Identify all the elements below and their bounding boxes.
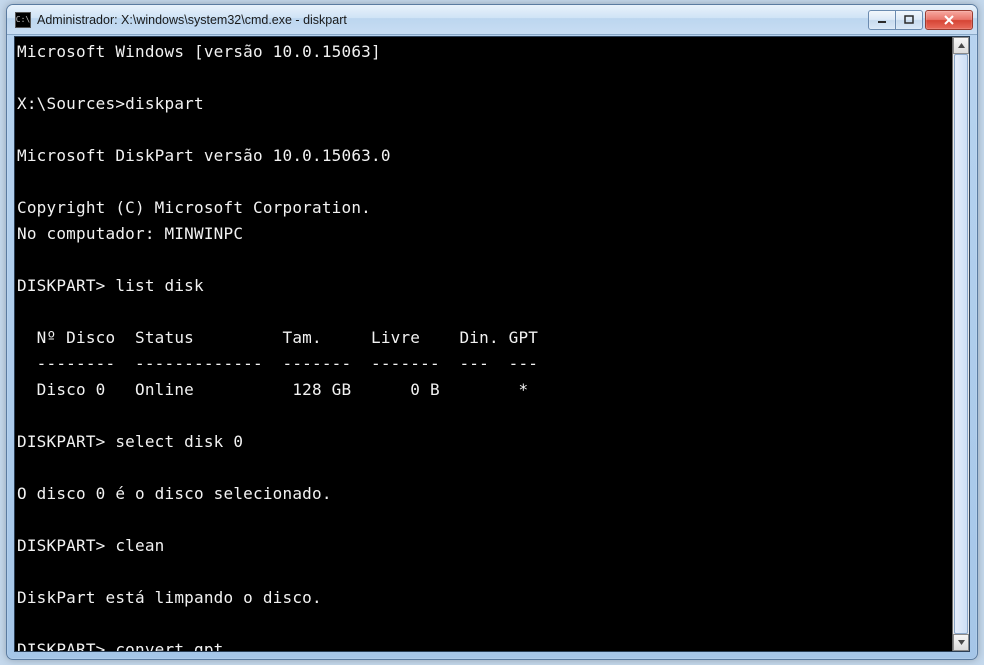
client-area: Microsoft Windows [versão 10.0.15063] X:\… [14,36,970,652]
console-line: DISKPART> convert gpt [17,637,952,651]
close-button[interactable] [925,10,973,30]
console-line: No computador: MINWINPC [17,221,952,247]
console-line [17,65,952,91]
console-line: DiskPart está limpando o disco. [17,585,952,611]
titlebar[interactable]: C:\ Administrador: X:\windows\system32\c… [7,5,977,35]
console-line: Microsoft Windows [versão 10.0.15063] [17,39,952,65]
window-title: Administrador: X:\windows\system32\cmd.e… [37,13,868,27]
console-line: DISKPART> clean [17,533,952,559]
cmd-window: C:\ Administrador: X:\windows\system32\c… [6,4,978,660]
console-line: DISKPART> select disk 0 [17,429,952,455]
console-output[interactable]: Microsoft Windows [versão 10.0.15063] X:\… [15,37,952,651]
chevron-up-icon [957,41,966,50]
maximize-button[interactable] [895,10,923,30]
scroll-thumb[interactable] [954,54,968,634]
cmd-icon-label: C:\ [16,16,30,24]
console-line: X:\Sources>diskpart [17,91,952,117]
chevron-down-icon [957,638,966,647]
console-line [17,299,952,325]
minimize-icon [877,15,887,25]
cmd-icon: C:\ [15,12,31,28]
vertical-scrollbar[interactable] [952,37,969,651]
console-line [17,117,952,143]
maximize-icon [904,15,914,25]
window-controls [868,10,973,30]
console-line [17,507,952,533]
console-line [17,403,952,429]
scroll-track[interactable] [953,54,969,634]
console-line [17,169,952,195]
close-icon [943,15,955,25]
console-line: -------- ------------- ------- ------- -… [17,351,952,377]
console-line: Microsoft DiskPart versão 10.0.15063.0 [17,143,952,169]
console-line: Nº Disco Status Tam. Livre Din. GPT [17,325,952,351]
console-line: Copyright (C) Microsoft Corporation. [17,195,952,221]
console-line [17,455,952,481]
scroll-up-button[interactable] [953,37,969,54]
console-line: DISKPART> list disk [17,273,952,299]
console-line [17,247,952,273]
console-line [17,611,952,637]
console-line: O disco 0 é o disco selecionado. [17,481,952,507]
minimize-button[interactable] [868,10,896,30]
scroll-down-button[interactable] [953,634,969,651]
console-line: Disco 0 Online 128 GB 0 B * [17,377,952,403]
console-line [17,559,952,585]
